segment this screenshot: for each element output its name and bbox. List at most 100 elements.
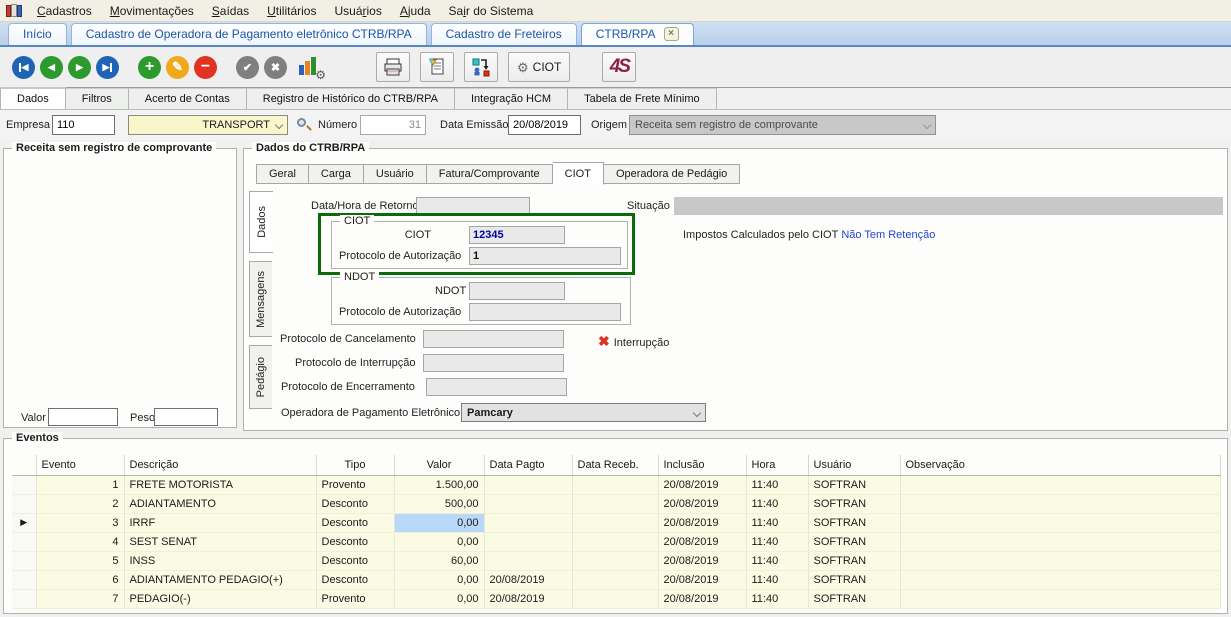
col-observacao[interactable]: Observação	[900, 455, 1221, 475]
close-icon[interactable]: ×	[664, 27, 679, 41]
tab-cadastro-freteiros-label: Cadastro de Freteiros	[446, 27, 562, 41]
chevron-down-icon	[693, 408, 701, 416]
document-icon	[427, 57, 447, 77]
tab-ctrb-rpa-label: CTRB/RPA	[596, 27, 656, 41]
menu-cadastros[interactable]: Cadastros	[28, 1, 101, 21]
eventos-table[interactable]: Evento Descrição Tipo Valor Data Pagto D…	[12, 455, 1221, 609]
tab-integracao-hcm[interactable]: Integração HCM	[455, 88, 568, 109]
ciot-button[interactable]: ⚙ CIOT	[508, 52, 570, 82]
col-hora[interactable]: Hora	[746, 455, 808, 475]
nav-first-button[interactable]: ◀	[12, 56, 35, 79]
tab-fatura-comprovante[interactable]: Fatura/Comprovante	[427, 164, 553, 184]
side-tab-mensagens[interactable]: Mensagens	[249, 261, 272, 337]
situacao-input	[674, 197, 1223, 215]
col-inclusao[interactable]: Inclusão	[658, 455, 746, 475]
page-tab-bar: Dados Filtros Acerto de Contas Registro …	[0, 88, 1231, 110]
col-usuario[interactable]: Usuário	[808, 455, 900, 475]
selector-col-header	[12, 455, 36, 475]
side-tab-pedagio[interactable]: Pedágio	[249, 345, 272, 409]
ciot-input[interactable]	[469, 226, 565, 244]
empresa-name-value: TRANSPORT	[134, 119, 270, 131]
data-hora-retorno-label: Data/Hora de Retorno	[311, 200, 419, 212]
col-valor[interactable]: Valor	[394, 455, 484, 475]
operadora-value: Pamcary	[467, 407, 688, 419]
col-evento[interactable]: Evento	[36, 455, 124, 475]
empresa-label: Empresa	[6, 119, 50, 131]
flow-button[interactable]	[464, 52, 498, 82]
menu-movimentacoes[interactable]: Movimentações	[101, 1, 203, 21]
peso-input[interactable]	[154, 408, 218, 426]
softran-logo-icon: 4S	[610, 56, 629, 78]
tab-operadora-pedagio[interactable]: Operadora de Pedágio	[604, 164, 740, 184]
menu-utilitarios[interactable]: Utilitários	[258, 1, 325, 21]
delete-button[interactable]: −	[194, 56, 217, 79]
tab-cadastro-operadora[interactable]: Cadastro de Operadora de Pagamento eletr…	[71, 23, 427, 45]
table-row[interactable]: 5INSS Desconto60,00 20/08/201911:40 SOFT…	[12, 551, 1221, 570]
add-button[interactable]: +	[138, 56, 161, 79]
origem-select: Receita sem registro de comprovante	[629, 115, 936, 135]
ndot-input[interactable]	[469, 282, 565, 300]
menu-usuarios[interactable]: Usuários	[325, 1, 390, 21]
col-tipo[interactable]: Tipo	[316, 455, 394, 475]
side-tab-dados[interactable]: Dados	[249, 191, 273, 253]
ndot-label: NDOT	[435, 285, 466, 297]
empresa-name-select[interactable]: TRANSPORT	[128, 115, 288, 135]
tab-ciot[interactable]: CIOT	[553, 162, 604, 185]
interrupcao-indicator[interactable]: ✖Interrupção	[598, 333, 669, 350]
window-tab-bar: Início Cadastro de Operadora de Pagament…	[0, 22, 1231, 47]
confirm-button[interactable]: ✔	[236, 56, 259, 79]
app-icon	[6, 4, 22, 18]
report-button[interactable]	[420, 52, 454, 82]
softran-logo-button[interactable]: 4S	[602, 52, 636, 82]
tab-cadastro-freteiros[interactable]: Cadastro de Freteiros	[431, 23, 577, 45]
chart-icon[interactable]: ⚙	[298, 55, 324, 79]
table-row[interactable]: 6ADIANTAMENTO PEDAGIO(+) Desconto0,00 20…	[12, 570, 1221, 589]
menu-saidas[interactable]: Saídas	[203, 1, 258, 21]
tab-filtros[interactable]: Filtros	[66, 88, 129, 109]
table-row[interactable]: 2ADIANTAMENTO Desconto500,00 20/08/20191…	[12, 494, 1221, 513]
protocolo-interrupcao-input[interactable]	[423, 354, 564, 372]
chevron-down-icon	[275, 121, 283, 129]
protocolo-cancelamento-input[interactable]	[423, 330, 564, 348]
col-data-pagto[interactable]: Data Pagto	[484, 455, 572, 475]
impostos-label: Impostos Calculados pelo CIOT Não Tem Re…	[683, 229, 935, 241]
menu-sair-do-sistema[interactable]: Sair do Sistema	[440, 1, 543, 21]
table-row[interactable]: 7PEDAGIO(-) Provento0,00 20/08/2019 20/0…	[12, 589, 1221, 608]
tab-inicio[interactable]: Início	[8, 23, 67, 45]
tab-carga[interactable]: Carga	[309, 164, 364, 184]
nav-previous-button[interactable]: ◀	[40, 56, 63, 79]
table-row-selected[interactable]: ▶ 3IRRF Desconto0,00 20/08/201911:40 SOF…	[12, 513, 1221, 532]
ndot-protocolo-input[interactable]	[469, 303, 621, 321]
header-form: Empresa TRANSPORT Número Data Emissão Or…	[0, 110, 1231, 140]
tab-registro-historico[interactable]: Registro de Histórico do CTRB/RPA	[247, 88, 455, 109]
tab-geral[interactable]: Geral	[256, 164, 309, 184]
receita-groupbox: Receita sem registro de comprovante Valo…	[3, 148, 237, 428]
col-descricao[interactable]: Descrição	[124, 455, 316, 475]
edit-button[interactable]: ✎	[166, 56, 189, 79]
numero-input[interactable]	[360, 115, 426, 135]
valor-input[interactable]	[48, 408, 118, 426]
ciot-protocolo-label: Protocolo de Autorização	[339, 250, 461, 262]
table-row[interactable]: 1FRETE MOTORISTA Provento1.500,00 20/08/…	[12, 475, 1221, 494]
data-emissao-input[interactable]	[508, 115, 581, 135]
print-button[interactable]	[376, 52, 410, 82]
tab-acerto-de-contas[interactable]: Acerto de Contas	[129, 88, 247, 109]
col-data-receb[interactable]: Data Receb.	[572, 455, 658, 475]
empresa-input[interactable]	[52, 115, 115, 135]
tab-usuario[interactable]: Usuário	[364, 164, 427, 184]
ciot-groupbox: CIOT CIOT Protocolo de Autorização	[331, 221, 628, 269]
search-icon[interactable]	[296, 117, 312, 133]
menu-ajuda[interactable]: Ajuda	[391, 1, 440, 21]
cancel-button[interactable]: ✖	[264, 56, 287, 79]
table-row[interactable]: 4SEST SENAT Desconto0,00 20/08/201911:40…	[12, 532, 1221, 551]
tab-tabela-frete-minimo[interactable]: Tabela de Frete Mínimo	[568, 88, 717, 109]
protocolo-encerramento-input[interactable]	[426, 378, 567, 396]
tab-dados[interactable]: Dados	[0, 87, 66, 109]
nav-next-button[interactable]: ▶	[68, 56, 91, 79]
ciot-protocolo-input[interactable]	[469, 247, 621, 265]
operadora-select[interactable]: Pamcary	[461, 403, 706, 422]
valor-label: Valor	[21, 412, 46, 424]
nav-last-button[interactable]: ▶	[96, 56, 119, 79]
tab-ctrb-rpa[interactable]: CTRB/RPA ×	[581, 23, 694, 45]
origem-value: Receita sem registro de comprovante	[635, 119, 918, 131]
